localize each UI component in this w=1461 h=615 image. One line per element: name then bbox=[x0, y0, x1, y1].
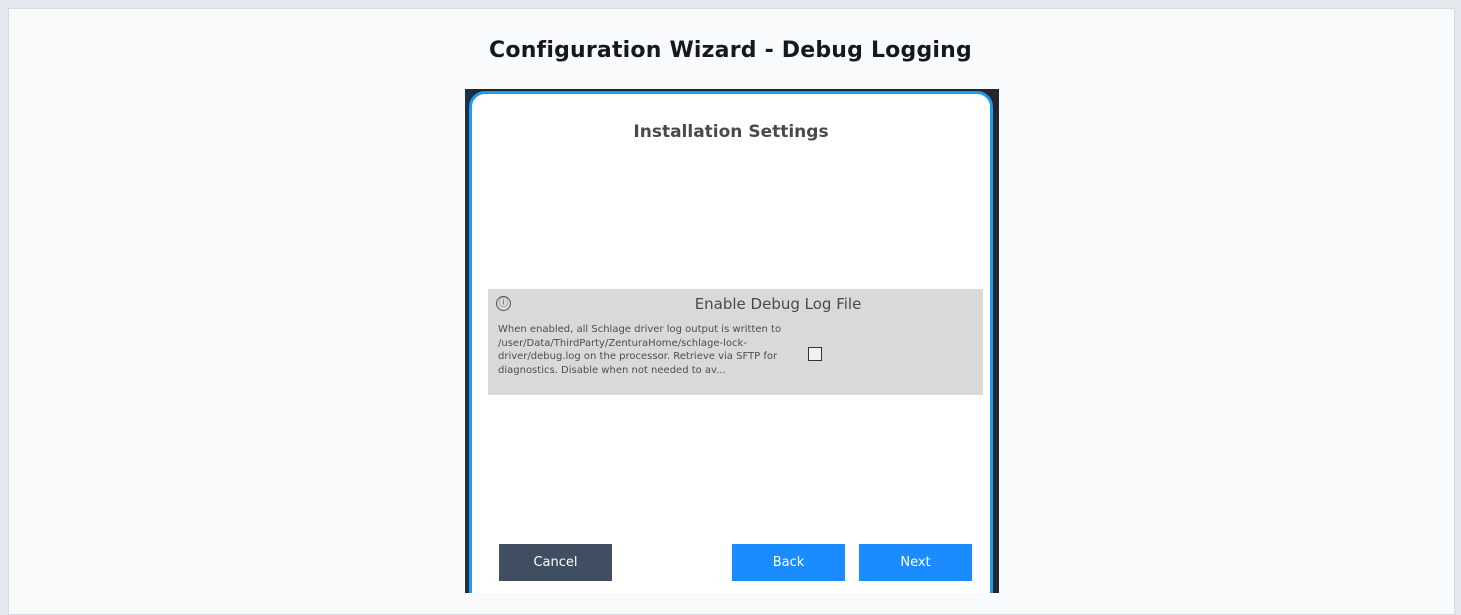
page-title: Configuration Wizard - Debug Logging bbox=[489, 38, 972, 63]
device-screen: Installation Settings ⓘ Enable Debug Log… bbox=[465, 89, 999, 593]
setting-description: When enabled, all Schlage driver log out… bbox=[498, 324, 782, 376]
back-button[interactable]: Back bbox=[732, 544, 845, 581]
dialog-title: Installation Settings bbox=[633, 122, 829, 142]
settings-dialog: Installation Settings ⓘ Enable Debug Log… bbox=[469, 91, 993, 593]
info-icon[interactable]: ⓘ bbox=[496, 296, 511, 311]
enable-debug-log-checkbox[interactable] bbox=[808, 347, 822, 361]
setting-label: Enable Debug Log File bbox=[694, 295, 862, 313]
cancel-button[interactable]: Cancel bbox=[499, 544, 612, 581]
setting-row-debug-log: ⓘ Enable Debug Log File When enabled, al… bbox=[488, 289, 983, 395]
next-button[interactable]: Next bbox=[859, 544, 972, 581]
